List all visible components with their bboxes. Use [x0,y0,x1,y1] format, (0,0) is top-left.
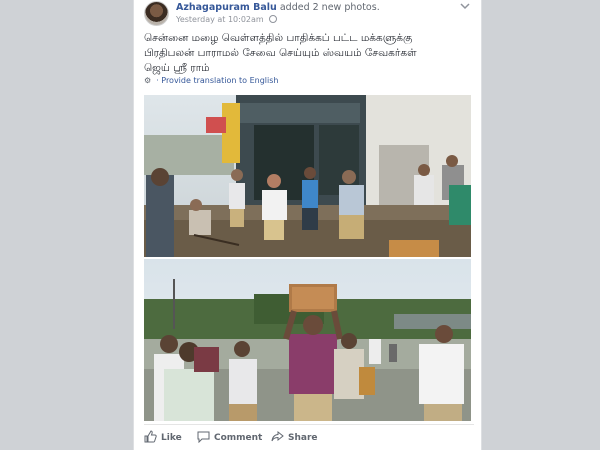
avatar[interactable] [144,1,169,26]
facebook-post-card: Azhagapuram Balu added 2 new photos. Yes… [133,0,482,450]
translate-link[interactable]: ⚙ · Provide translation to English [144,76,278,85]
share-label: Share [288,433,318,443]
translate-label: · Provide translation to English [156,76,279,85]
post-message-line: சென்னை மழை வெள்ளத்தில் பாதிக்கப் பட்ட மக… [144,32,413,44]
post-action-text: added 2 new photos. [279,2,380,13]
right-background [482,0,600,450]
thumbs-up-icon [144,430,157,443]
left-background [0,0,133,450]
gear-icon: ⚙ [144,76,152,85]
comment-button[interactable]: Comment [197,430,263,444]
comment-icon [197,431,210,444]
like-label: Like [161,433,182,443]
post-header: Azhagapuram Balu added 2 new photos. Yes… [144,0,474,28]
author-name[interactable]: Azhagapuram Balu [176,2,277,13]
comment-label: Comment [214,433,263,443]
post-timestamp[interactable]: Yesterday at 10:02am [176,15,264,24]
photo-volunteers-cleaning [144,95,471,257]
chevron-down-icon[interactable] [460,2,470,13]
globe-icon [269,15,278,23]
post-photo-2[interactable] [144,259,471,421]
post-message-line: ஜெய் ஸ்ரீ ராம் [144,62,210,74]
like-button[interactable]: Like [144,430,182,443]
post-message: சென்னை மழை வெள்ளத்தில் பாதிக்கப் பட்ட மக… [144,31,474,76]
photo-volunteers-flood [144,259,471,421]
post-message-line: பிரதிபலன் பாராமல் சேவை செய்யும் ஸ்வயம் ச… [144,47,417,59]
author-line: Azhagapuram Balu added 2 new photos. [176,2,380,13]
post-photo-1[interactable] [144,95,471,257]
share-icon [271,430,284,442]
share-button[interactable]: Share [271,430,318,443]
post-action-bar: Like Comment Share [144,424,474,444]
post-timestamp-line: Yesterday at 10:02am [176,15,278,24]
